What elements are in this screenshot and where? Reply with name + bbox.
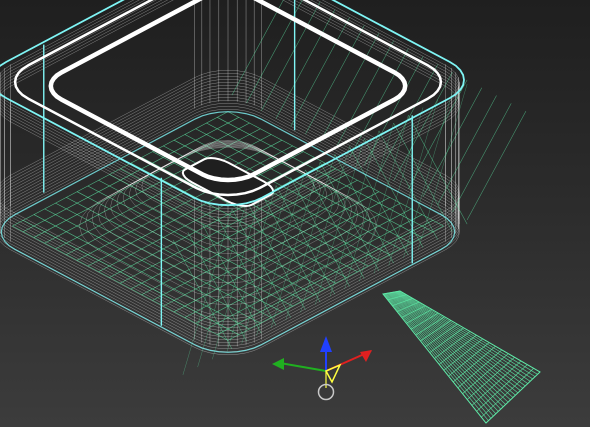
plane-wire-line	[393, 291, 521, 391]
viewport-perspective[interactable]	[0, 0, 590, 427]
wall-ring	[0, 102, 460, 350]
plane-wire-line	[394, 291, 524, 389]
plane-wire-line	[392, 292, 516, 396]
gizmo-y-arrow-icon[interactable]	[272, 358, 284, 370]
scene-canvas[interactable]	[0, 0, 590, 427]
gizmo-y-axis[interactable]	[279, 362, 327, 372]
plane-wire-line	[395, 291, 526, 387]
gizmo-z-arrow-icon[interactable]	[320, 336, 332, 352]
wall-diag-wire	[466, 110, 527, 221]
move-gizmo[interactable]	[272, 336, 372, 401]
plane-wire-line	[391, 292, 514, 398]
wall-diag-wire	[452, 103, 512, 213]
plane-wire-line	[392, 291, 519, 394]
ground-plane[interactable]	[382, 290, 541, 424]
wall-ring	[0, 99, 460, 347]
wall-diag-wire	[187, 232, 247, 342]
gizmo-xy-plane-handle[interactable]	[324, 363, 342, 384]
